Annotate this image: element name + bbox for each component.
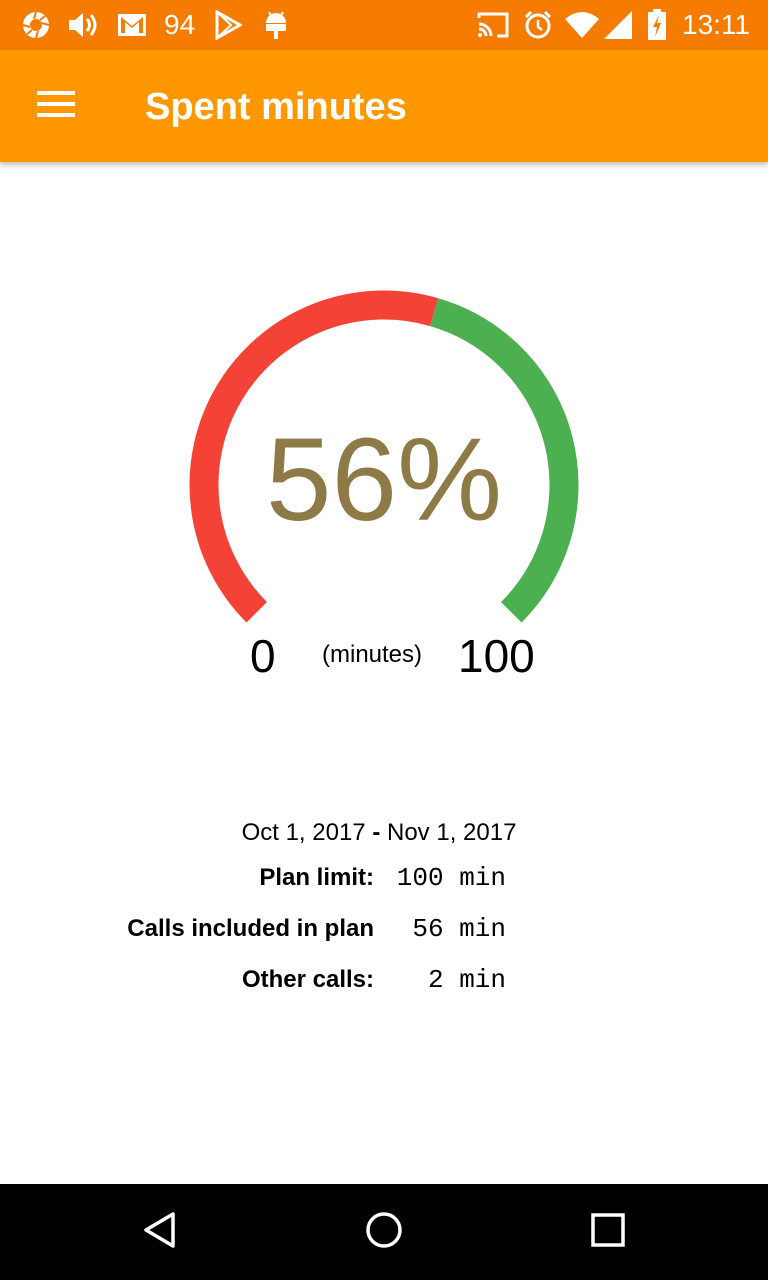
back-icon	[140, 1210, 180, 1255]
period-start-date: Oct 1, 2017	[241, 819, 366, 846]
gmail-icon	[116, 9, 148, 41]
calls-included-value: 56 min	[412, 914, 506, 944]
back-button[interactable]	[120, 1202, 200, 1262]
wifi-icon	[564, 9, 600, 41]
billing-period: Oct 1, 2017 - Nov 1, 2017	[0, 817, 758, 849]
alarm-icon	[522, 9, 554, 41]
shutter-icon	[20, 9, 52, 41]
gauge-min-label: 0	[250, 630, 276, 682]
battery-charging-icon	[646, 9, 668, 41]
gauge-units-label: (minutes)	[322, 641, 423, 668]
page-title: Spent minutes	[145, 86, 407, 128]
gauge-max-label: 100	[458, 630, 535, 682]
clock: 13:11	[682, 9, 750, 40]
calls-included-label: Calls included in plan	[127, 915, 374, 942]
volume-icon	[66, 9, 102, 41]
navigation-bar	[0, 1184, 768, 1280]
recents-icon	[590, 1212, 626, 1253]
notification-count: 94	[164, 9, 196, 40]
recents-button[interactable]	[568, 1202, 648, 1262]
other-calls-label: Other calls:	[241, 966, 374, 993]
home-icon	[364, 1210, 404, 1255]
period-end-date: Nov 1, 2017	[387, 819, 517, 846]
cast-icon	[476, 9, 510, 41]
usage-percent: 56%	[265, 414, 503, 546]
status-bar: 94 13:11	[0, 0, 768, 50]
home-button[interactable]	[344, 1202, 424, 1262]
android-icon	[262, 9, 290, 41]
hamburger-menu-icon	[37, 90, 75, 123]
play-store-icon	[212, 9, 244, 41]
app-bar: Spent minutes	[0, 50, 768, 162]
plan-limit-value: 100 min	[396, 863, 506, 893]
signal-icon	[602, 9, 634, 41]
other-calls-value: 2 min	[427, 965, 506, 995]
period-separator: -	[372, 819, 381, 846]
menu-button[interactable]	[24, 78, 88, 134]
plan-limit-label: Plan limit:	[259, 864, 374, 891]
